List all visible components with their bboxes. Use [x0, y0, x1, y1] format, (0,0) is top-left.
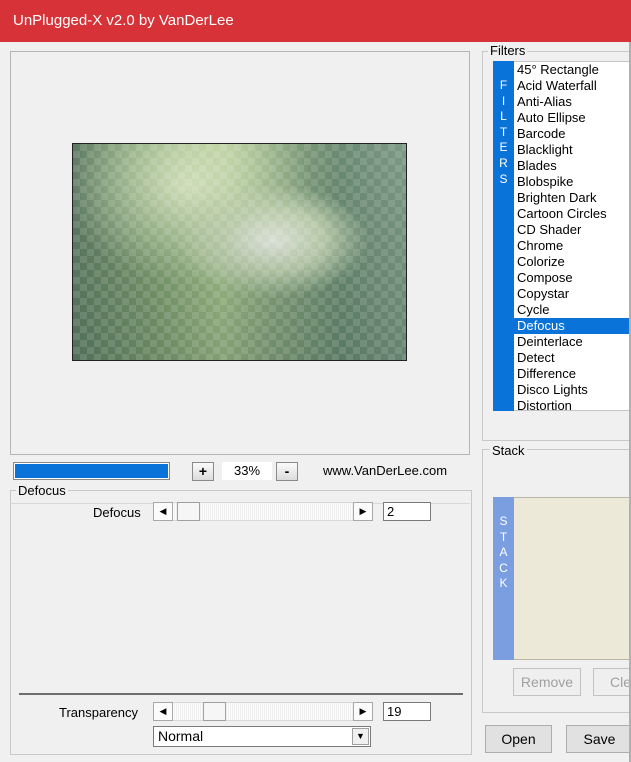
filter-item[interactable]: Disco Lights	[514, 382, 631, 398]
tab-letter: R	[499, 155, 508, 170]
filter-item[interactable]: Auto Ellipse	[514, 110, 631, 126]
tab-letter: I	[501, 93, 506, 108]
zoom-out-label: -	[284, 463, 290, 479]
left-arrow-icon: ◀	[159, 706, 167, 716]
transparency-decrement-button[interactable]: ◀	[153, 702, 173, 721]
transparency-label: Transparency	[59, 705, 138, 720]
defocus-slider-thumb[interactable]	[177, 502, 200, 521]
tab-letter: T	[499, 124, 508, 139]
tab-letter: S	[499, 171, 508, 186]
filter-item[interactable]: Copystar	[514, 286, 631, 302]
zoom-out-button[interactable]: -	[276, 462, 298, 481]
filter-item[interactable]: Defocus	[514, 318, 631, 334]
left-arrow-icon: ◀	[159, 506, 167, 516]
filter-item[interactable]: Acid Waterfall	[514, 78, 631, 94]
transparency-slider-track[interactable]	[173, 702, 353, 721]
filters-tab-letters: FILTERS	[493, 61, 514, 187]
filter-item[interactable]: 45° Rectangle	[514, 62, 631, 78]
progress-bar	[13, 462, 170, 480]
transparency-slider-thumb[interactable]	[203, 702, 226, 721]
stack-tab[interactable]: STACK	[493, 497, 514, 660]
filter-item[interactable]: Distortion	[514, 398, 631, 410]
blend-mode-select[interactable]: Normal ▼	[153, 726, 371, 747]
filter-item[interactable]: Cycle	[514, 302, 631, 318]
website-link[interactable]: www.VanDerLee.com	[323, 462, 447, 480]
title-bar: UnPlugged-X v2.0 by VanDerLee	[0, 0, 631, 42]
tab-letter: L	[500, 109, 507, 124]
zoom-level: 33%	[222, 462, 272, 480]
defocus-increment-button[interactable]: ▶	[353, 502, 373, 521]
stack-list[interactable]	[514, 497, 631, 660]
stack-tab-letters: STACK	[493, 497, 514, 592]
tab-letter: T	[499, 529, 508, 544]
tab-letter: E	[499, 140, 508, 155]
blend-mode-value: Normal	[158, 728, 204, 744]
open-button[interactable]: Open	[485, 725, 552, 753]
filter-item[interactable]: Brighten Dark	[514, 190, 631, 206]
filter-item[interactable]: Blades	[514, 158, 631, 174]
defocus-label: Defocus	[93, 505, 141, 520]
zoom-in-button[interactable]: +	[192, 462, 214, 481]
transparency-increment-button[interactable]: ▶	[353, 702, 373, 721]
right-arrow-icon: ▶	[359, 706, 367, 716]
filter-item[interactable]: Blobspike	[514, 174, 631, 190]
defocus-value-field[interactable]: 2	[383, 502, 431, 521]
filter-item[interactable]: Chrome	[514, 238, 631, 254]
remove-button[interactable]: Remove	[513, 668, 581, 696]
preview-image[interactable]	[72, 143, 407, 361]
progress-fill	[15, 464, 168, 478]
tab-letter: A	[499, 545, 508, 560]
chevron-down-icon[interactable]: ▼	[352, 728, 369, 745]
tab-letter: F	[499, 78, 508, 92]
filter-item[interactable]: Detect	[514, 350, 631, 366]
filters-list[interactable]: 45° Rectangle Acid Waterfall Anti-Alias Aut…	[514, 61, 631, 411]
filter-item[interactable]: CD Shader	[514, 222, 631, 238]
right-arrow-icon: ▶	[359, 506, 367, 516]
window-title: UnPlugged-X v2.0 by VanDerLee	[13, 12, 234, 29]
filter-item[interactable]: Anti-Alias	[514, 94, 631, 110]
filter-item[interactable]: Cartoon Circles	[514, 206, 631, 222]
filter-item[interactable]: Difference	[514, 366, 631, 382]
filter-item[interactable]: Colorize	[514, 254, 631, 270]
save-button[interactable]: Save	[566, 725, 631, 753]
tab-letter: S	[499, 514, 508, 528]
filters-tab[interactable]: FILTERS	[493, 61, 514, 411]
filter-item[interactable]: Compose	[514, 270, 631, 286]
filters-group-label: Filters	[488, 43, 528, 58]
zoom-in-label: +	[198, 463, 208, 479]
defocus-slider-track[interactable]	[173, 502, 353, 521]
filter-item[interactable]: Barcode	[514, 126, 631, 142]
filter-item[interactable]: Deinterlace	[514, 334, 631, 350]
parameters-group-label: Defocus	[16, 483, 68, 498]
separator	[19, 693, 463, 695]
tab-letter: C	[499, 560, 508, 575]
tab-letter: K	[499, 576, 508, 591]
filter-item[interactable]: Blacklight	[514, 142, 631, 158]
stack-group-label: Stack	[490, 443, 527, 458]
clear-button[interactable]: Cle	[593, 668, 631, 696]
defocus-decrement-button[interactable]: ◀	[153, 502, 173, 521]
transparency-value-field[interactable]: 19	[383, 702, 431, 721]
